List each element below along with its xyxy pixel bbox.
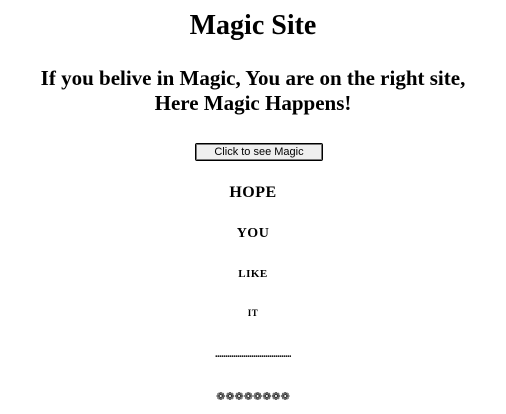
- page-title: Magic Site: [189, 10, 317, 41]
- flower-ornament-row: ❁❁❁❁❁❁❁❁: [216, 390, 290, 403]
- tagline-line-2: Here Magic Happens!: [154, 91, 352, 115]
- word-it: IT: [247, 308, 259, 318]
- tagline-line-1: If you belive in Magic, You are on the r…: [40, 66, 466, 90]
- dotted-divider: ......................................: [215, 349, 292, 360]
- word-you: YOU: [236, 226, 270, 241]
- see-magic-button[interactable]: Click to see Magic: [195, 143, 323, 161]
- word-like: LIKE: [238, 268, 268, 280]
- page: Magic Site If you belive in Magic, You a…: [0, 0, 506, 414]
- word-hope: HOPE: [229, 184, 277, 201]
- tagline: If you belive in Magic, You are on the r…: [20, 66, 486, 116]
